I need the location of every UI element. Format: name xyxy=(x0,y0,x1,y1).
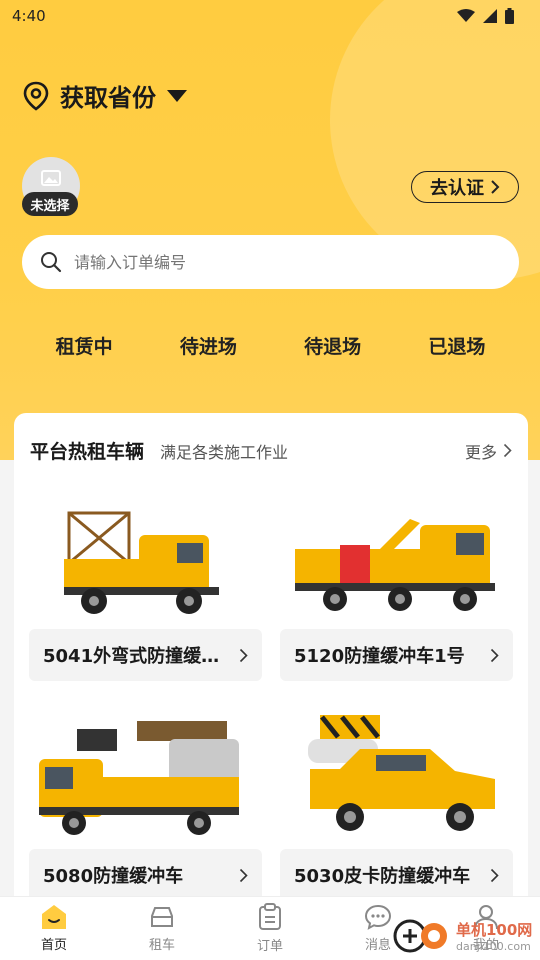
vehicle-card[interactable]: 5120防撞缓冲车1号 xyxy=(280,489,513,681)
tab-pending-exit[interactable]: 待退场 xyxy=(296,326,369,365)
tab-home-label: 首页 xyxy=(40,938,67,953)
tab-orders[interactable]: 订单 xyxy=(230,903,310,954)
wifi-icon xyxy=(457,9,475,22)
truck-image xyxy=(280,709,513,849)
vehicle-name: 5080防撞缓冲车 xyxy=(43,866,184,887)
watermark-brand: 单机100网 xyxy=(456,921,533,939)
chat-bubble-icon xyxy=(364,904,392,930)
hot-vehicles-card: 平台热租车辆 满足各类施工作业 更多 5041外弯式防撞缓冲车 5120防撞缓冲… xyxy=(14,413,528,913)
status-bar: 4:40 xyxy=(0,0,540,32)
truck-image xyxy=(280,489,513,629)
order-search-input[interactable] xyxy=(74,252,474,272)
tab-renting[interactable]: 租赁中 xyxy=(48,326,121,365)
chevron-right-icon xyxy=(491,180,500,194)
hot-vehicles-subtitle: 满足各类施工作业 xyxy=(160,442,289,462)
home-icon xyxy=(42,905,66,929)
vehicle-name: 5030皮卡防撞缓冲车 xyxy=(294,866,471,887)
vehicle-name: 5120防撞缓冲车1号 xyxy=(294,646,465,667)
chevron-right-icon xyxy=(239,648,248,662)
car-icon xyxy=(151,907,173,927)
tab-rent[interactable]: 租车 xyxy=(122,904,202,953)
signal-icon xyxy=(483,9,497,23)
tab-exited[interactable]: 已退场 xyxy=(420,326,493,365)
truck-image xyxy=(29,489,262,629)
tab-rent-label: 租车 xyxy=(148,938,175,953)
search-icon xyxy=(41,252,62,273)
tab-orders-label: 订单 xyxy=(256,939,283,954)
hero-banner xyxy=(0,0,540,460)
certify-button[interactable]: 去认证 xyxy=(411,171,519,203)
caret-down-icon xyxy=(167,89,187,102)
order-status-tabs: 租赁中 待进场 待退场 已退场 xyxy=(22,326,519,365)
avatar-status-badge: 未选择 xyxy=(22,192,78,216)
chevron-right-icon xyxy=(239,868,248,882)
vehicle-name: 5041外弯式防撞缓冲车 xyxy=(43,646,233,667)
order-search-bar[interactable] xyxy=(22,235,519,289)
image-placeholder-icon xyxy=(41,170,61,186)
watermark-logo-icon xyxy=(393,919,447,953)
vehicle-card[interactable]: 5041外弯式防撞缓冲车 xyxy=(29,489,262,681)
vehicle-card[interactable]: 5080防撞缓冲车 xyxy=(29,709,262,901)
tab-messages-label: 消息 xyxy=(364,938,391,953)
status-time: 4:40 xyxy=(12,7,46,25)
hot-vehicles-title: 平台热租车辆 xyxy=(30,441,145,463)
tab-pending-entry[interactable]: 待进场 xyxy=(172,326,245,365)
watermark-url: danji100.com xyxy=(456,940,531,953)
site-watermark: 单机100网 danji100.com xyxy=(392,916,532,956)
tab-home[interactable]: 首页 xyxy=(14,904,94,953)
more-label: 更多 xyxy=(464,442,497,462)
vehicle-card[interactable]: 5030皮卡防撞缓冲车 xyxy=(280,709,513,901)
battery-icon xyxy=(505,8,514,24)
chevron-right-icon xyxy=(490,648,499,662)
location-selector[interactable]: 获取省份 xyxy=(22,78,188,113)
location-label: 获取省份 xyxy=(60,84,156,112)
clipboard-icon xyxy=(259,903,281,930)
location-pin-icon xyxy=(23,81,49,111)
chevron-right-icon xyxy=(490,868,499,882)
more-link[interactable]: 更多 xyxy=(465,439,512,463)
truck-image xyxy=(29,709,262,849)
chevron-right-icon xyxy=(503,443,512,458)
certify-button-label: 去认证 xyxy=(430,178,484,199)
